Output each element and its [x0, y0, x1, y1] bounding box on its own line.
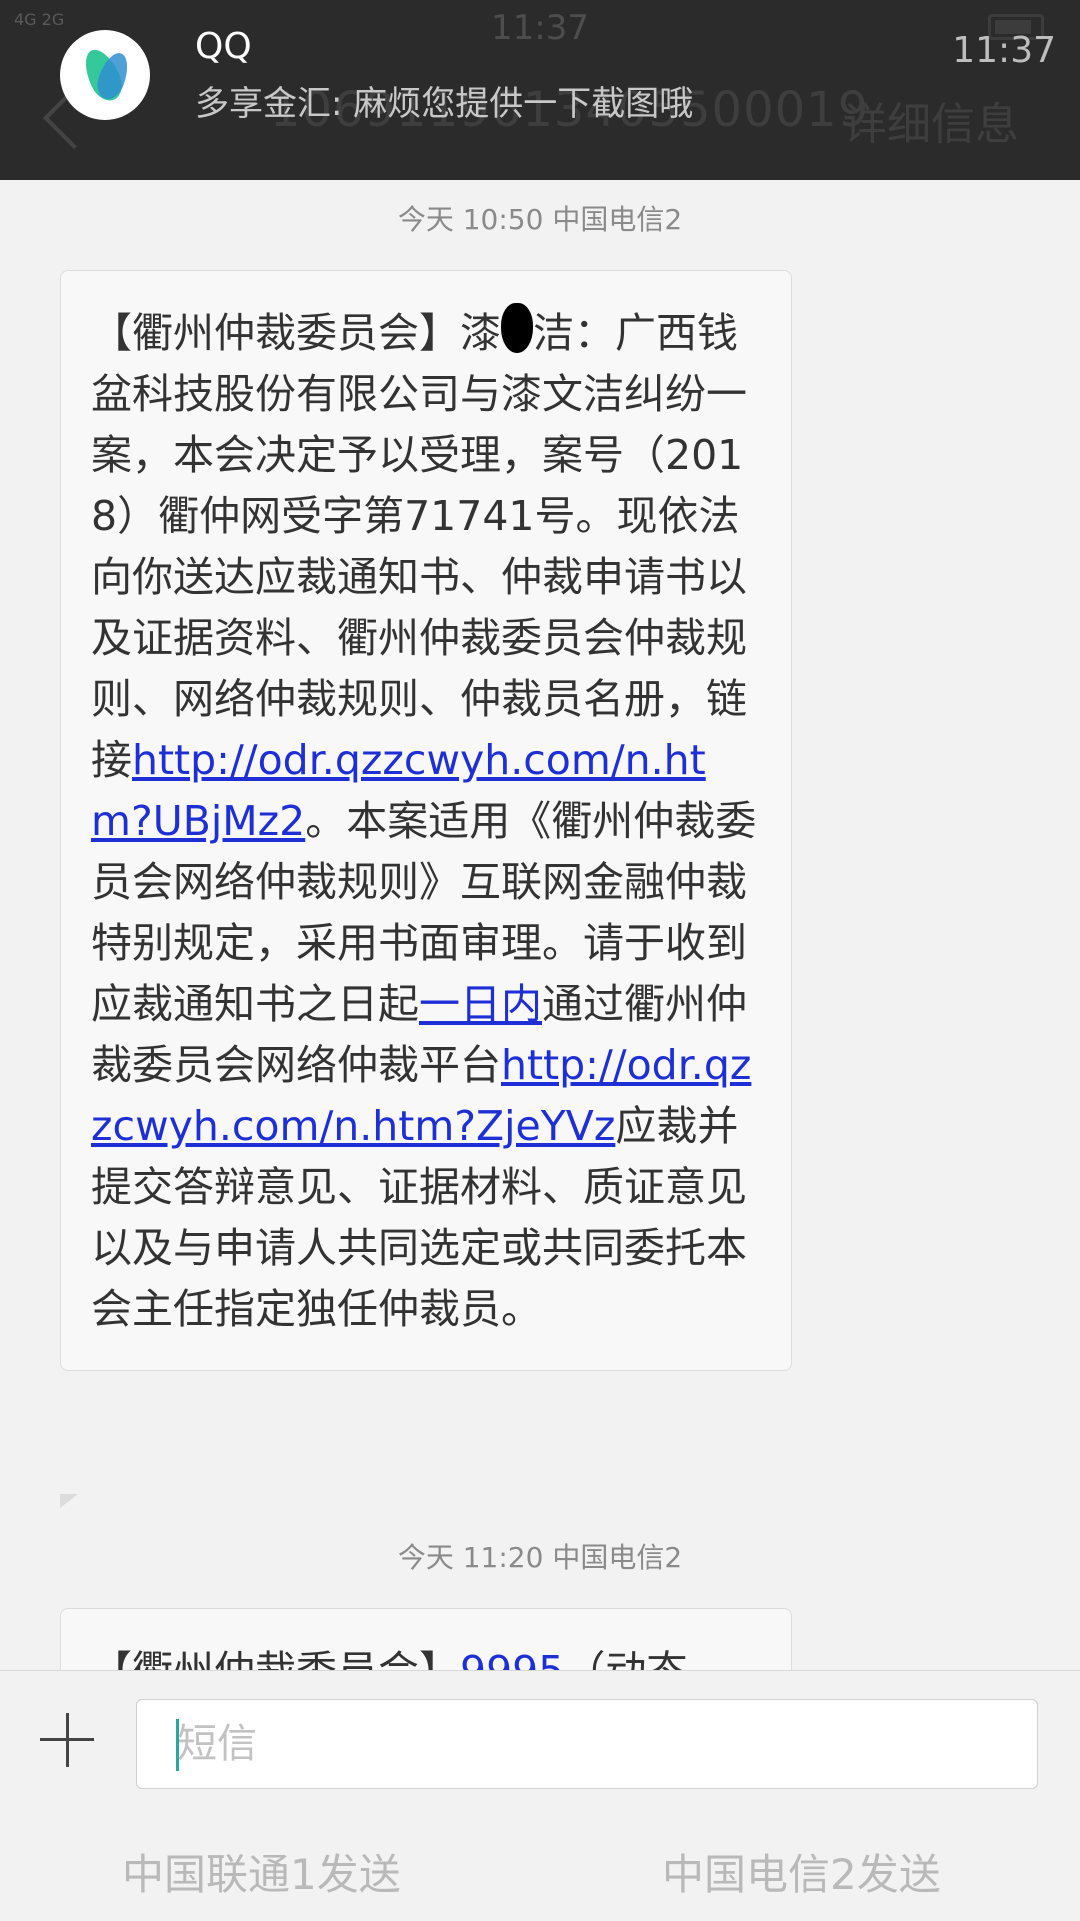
- message-composer: 中国联通1发送 中国电信2发送: [0, 1670, 1080, 1921]
- message-timestamp: 今天 11:20 中国电信2: [397, 1541, 683, 1574]
- bubble-tail: [60, 1494, 78, 1508]
- send-sim1-button[interactable]: 中国联通1发送: [122, 1841, 401, 1902]
- send-sim2-button[interactable]: 中国电信2发送: [662, 1841, 941, 1902]
- notification-app-name: QQ: [195, 26, 252, 67]
- conversation-header: 4G 2G 11:37 1069119613405500019 详细信息 QQ …: [0, 0, 1080, 180]
- redaction-mark: [501, 303, 533, 353]
- message-text: 洁：广西钱盆科技股份有限公司与漆文洁纠纷一案，本会决定予以受理，案号（2018）…: [91, 309, 747, 784]
- message-text: 【衢州仲裁委员会】漆: [91, 309, 501, 357]
- notification-time: 11:37: [952, 30, 1056, 71]
- message-link-date[interactable]: 一日内: [419, 980, 542, 1028]
- message-timestamp: 今天 10:50 中国电信2: [397, 203, 683, 236]
- notification-banner[interactable]: QQ 多享金汇: 麻烦您提供一下截图哦 11:37: [0, 0, 1080, 140]
- app-logo-icon: [60, 30, 150, 120]
- notification-text: 多享金汇: 麻烦您提供一下截图哦: [195, 84, 694, 124]
- message-bubble[interactable]: 【衢州仲裁委员会】漆 洁：广西钱盆科技股份有限公司与漆文洁纠纷一案，本会决定予以受…: [60, 270, 792, 1371]
- sms-input[interactable]: [136, 1699, 1038, 1789]
- text-cursor: [176, 1719, 179, 1771]
- plus-icon[interactable]: [40, 1713, 94, 1767]
